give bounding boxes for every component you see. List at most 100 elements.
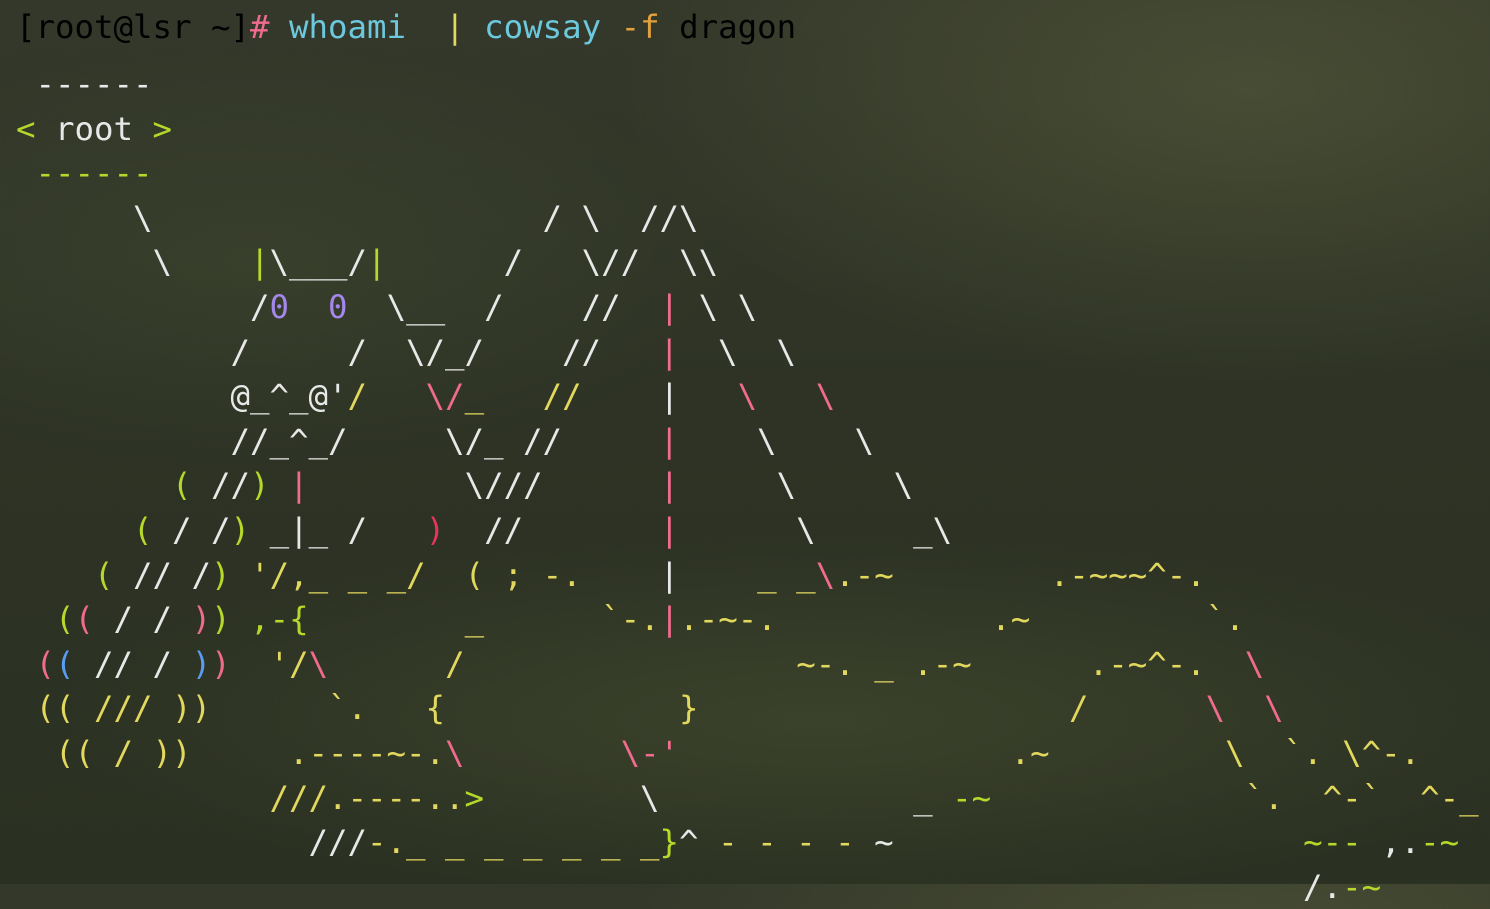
output-segment [679,377,738,415]
output-segment [582,556,660,594]
output-line: /.-~ [16,865,1479,909]
output-segment: ) [191,600,212,639]
output-segment: // [445,510,660,549]
output-segment [679,734,1011,772]
output-segment: .----~-. [289,733,446,772]
output-segment [894,556,1050,594]
output-segment: ( [74,600,95,639]
output-segment [777,600,992,638]
output-segment [231,600,251,638]
output-segment: } [659,823,680,862]
output-segment: .-~ [835,555,894,594]
output-segment: > [152,109,173,148]
output-segment: | [367,243,387,282]
output-segment [1206,645,1245,683]
output-segment: ) [211,644,231,683]
output-segment: // [191,466,251,505]
output-line: \ |\___/| / \// \\ [16,240,1479,285]
output-segment: ~ [854,823,1304,862]
output-segment: \ [815,377,836,416]
pipe-operator: | [445,8,465,46]
output-segment [582,377,660,415]
output-segment: ( [35,644,56,683]
output-segment: | [659,555,680,594]
output-segment: - - - - [718,823,855,862]
terminal-window[interactable]: [root@lsr ~]# whoami | cowsay -f dragon … [0,0,1490,906]
output-segment: / \// \\ [386,243,719,282]
output-segment: / / [94,600,192,639]
output-segment: / / \/_/ // [16,332,660,371]
output-segment: \ \ [679,332,797,371]
output-segment: .-~-. [679,600,777,639]
output-segment: `. ^-` ^-_ [1244,778,1479,817]
output-segment: \/ [425,377,465,416]
output-segment: \ [1244,644,1265,683]
output-line: \ / \ //\ [16,196,1479,241]
output-segment: //_^_/ \/_ // [16,421,660,460]
output-segment: ~-. _ .-~ [796,644,972,683]
output-line: / / \/_/ // | \ \ [16,330,1479,375]
output-line: ///-._ _ _ _ _ _ _}^ - - - - ~ ~-- ,.-~ [16,820,1479,865]
output-segment [16,556,94,594]
output-line: < root > [16,107,1479,152]
output-segment: | [659,332,680,371]
output-segment [484,377,543,415]
output-segment [465,734,621,772]
command-cowsay: cowsay [484,8,602,46]
output-segment [328,645,445,683]
output-segment: | [659,600,680,639]
output-segment [309,600,465,638]
output-segment: .-~~~^-. [1049,555,1206,594]
output-segment [699,689,1070,727]
output-segment [465,645,797,683]
output-segment: _|_ / [250,510,426,549]
output-segment [991,779,1245,817]
output-segment: / [1069,689,1089,728]
output-line: ( / /) _|_ / ) // | \ _\ [16,508,1479,553]
output-segment: (( /// )) [16,689,329,728]
output-segment: ,. [1361,823,1421,862]
output-segment: ------ [16,154,153,193]
output-segment: \ / \ //\ [16,198,699,237]
output-segment: ------ [16,65,153,103]
output-line: ( //) | \/// | \ \ [16,463,1479,508]
output-segment: \ [308,644,329,683]
output-segment: \ _ [484,778,953,817]
output-segment [1050,734,1226,772]
cowsay-dragon-output: ------ < root > ------ \ / \ //\ \ |\___/… [16,62,1479,909]
output-line: (( / )) .----~-.\ \-' .~ \ `. \^-. [16,731,1479,776]
output-segment: \ [16,243,251,282]
output-segment: | [289,466,309,505]
output-line: /0 0 \__ / // | \ \ [16,285,1479,330]
output-segment: | [659,466,680,505]
output-segment: / / [152,510,231,549]
output-segment: _ _ [757,555,816,594]
output-line: @_^_@'/ \/_ // | \ \ [16,374,1479,419]
output-segment: \ \ [679,466,914,505]
output-segment: \ [737,377,758,416]
output-segment: ) [230,510,251,549]
output-segment [231,645,270,683]
output-segment [16,600,55,638]
output-segment: / [347,377,368,416]
output-segment: \ \ [679,287,758,326]
output-segment: \-' [620,733,680,772]
output-segment: -~ [952,778,992,817]
output-segment [484,600,601,638]
output-segment: // / [74,644,192,683]
output-segment [231,556,251,594]
output-segment: \ `. \^-. [1225,733,1421,772]
output-segment: \ _\ [679,510,953,549]
output-segment: root [35,109,153,148]
output-segment: < [16,109,36,148]
output-segment: 0 [269,287,290,326]
output-segment: .~ [991,600,1031,639]
output-segment: \ \ [679,421,875,460]
output-segment: ( [133,510,153,549]
output-segment: ( ; -. [464,555,582,594]
output-segment [270,466,290,504]
output-segment: \ \ [1205,689,1284,728]
output-line: (( // / )) '/\ / ~-. _ .-~ .-~^-. \ [16,642,1479,687]
output-segment: ^ [679,823,719,862]
output-segment: \ [445,733,465,772]
